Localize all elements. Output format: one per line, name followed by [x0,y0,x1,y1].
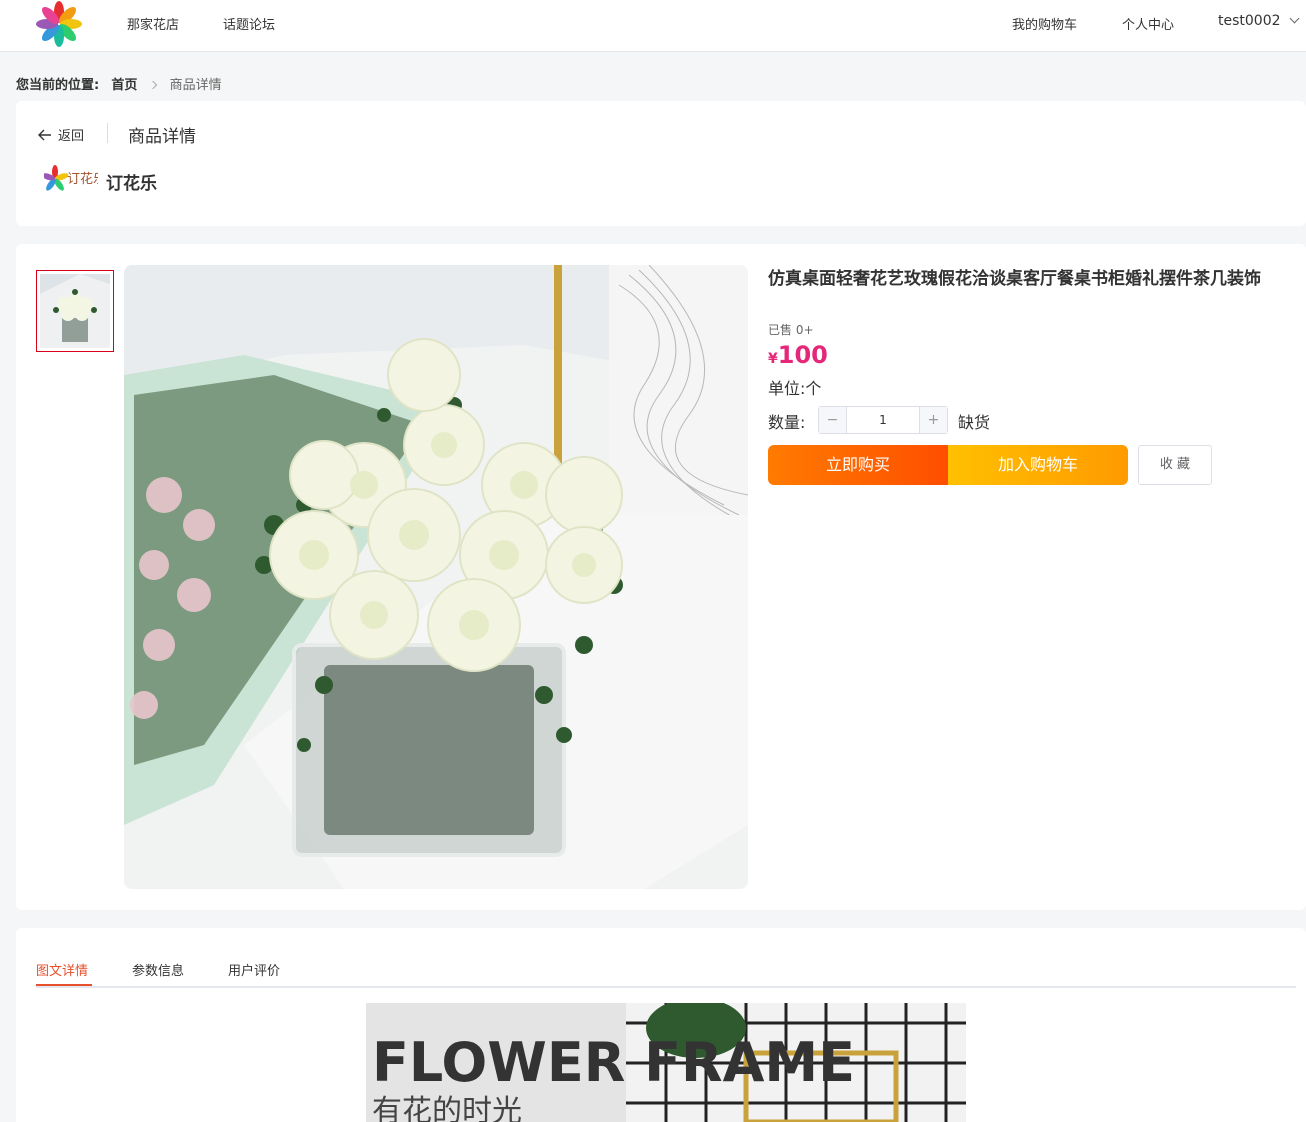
quantity-input[interactable]: 1 [847,407,919,433]
arrow-left-icon [38,129,51,140]
breadcrumb: 您当前的位置: 首页 商品详情 [16,74,222,93]
top-navigation-bar: 那家花店 话题论坛 我的购物车 个人中心 test0002 [0,0,1306,52]
page-header-card: 返回 商品详情 订花乐 订花乐 [16,101,1306,226]
shop-logo: 订花乐 [44,165,98,191]
sold-count: 已售 0+ [768,323,814,337]
plus-icon[interactable]: + [919,407,947,433]
shop-logo-text: 订花乐 [67,171,98,187]
banner-title: FLOWER FRAME [372,1031,855,1094]
details-card: 图文详情 参数信息 用户评价 FLOWER FRAME 有花的时光 [16,928,1306,1122]
product-thumbnail[interactable] [36,270,114,352]
chevron-down-icon [1289,13,1299,24]
profile-link[interactable]: 个人中心 [1122,14,1174,33]
back-button[interactable]: 返回 [38,125,84,144]
page-title: 商品详情 [128,127,196,147]
my-cart-link[interactable]: 我的购物车 [1012,14,1077,33]
nav-flower-shop[interactable]: 那家花店 [127,14,179,33]
details-tabs: 图文详情 参数信息 用户评价 [36,958,1296,988]
banner-subtitle: 有花的时光 [372,1094,522,1122]
tab-params[interactable]: 参数信息 [132,960,184,979]
detail-banner-image: FLOWER FRAME 有花的时光 [366,1003,966,1122]
add-to-cart-button[interactable]: 加入购物车 [948,445,1128,485]
tab-reviews[interactable]: 用户评价 [228,960,280,979]
back-label: 返回 [58,129,85,144]
product-unit: 单位:个 [768,379,822,398]
username-label: test0002 [1218,13,1281,29]
breadcrumb-home[interactable]: 首页 [111,78,137,93]
minus-icon[interactable]: − [819,407,847,433]
header-divider [107,123,108,143]
product-price: ¥100 [768,341,828,369]
product-card: 仿真桌面轻奢花艺玫瑰假花洽谈桌客厅餐桌书柜婚礼摆件茶几装饰 已售 0+ ¥100… [16,244,1306,910]
price-value: 100 [777,341,828,369]
active-tab-indicator [36,984,92,986]
pinwheel-logo-icon[interactable] [34,0,84,50]
user-dropdown[interactable]: test0002 [1218,13,1299,29]
stock-status: 缺货 [958,413,991,432]
quantity-label: 数量: [768,413,806,432]
thumbnail-image [40,274,110,348]
breadcrumb-prefix: 您当前的位置: [16,78,100,93]
breadcrumb-current: 商品详情 [169,78,222,93]
nav-forum[interactable]: 话题论坛 [223,14,275,33]
buy-now-button[interactable]: 立即购买 [768,445,948,485]
chevron-right-icon [148,80,157,90]
favorite-button[interactable]: 收 藏 [1138,445,1212,485]
shop-name: 订花乐 [106,174,157,194]
currency-symbol: ¥ [768,351,778,367]
tab-detail[interactable]: 图文详情 [36,960,88,979]
product-title: 仿真桌面轻奢花艺玫瑰假花洽谈桌客厅餐桌书柜婚礼摆件茶几装饰 [768,269,1261,289]
quantity-stepper[interactable]: − 1 + [818,406,948,434]
product-main-image [124,265,748,889]
